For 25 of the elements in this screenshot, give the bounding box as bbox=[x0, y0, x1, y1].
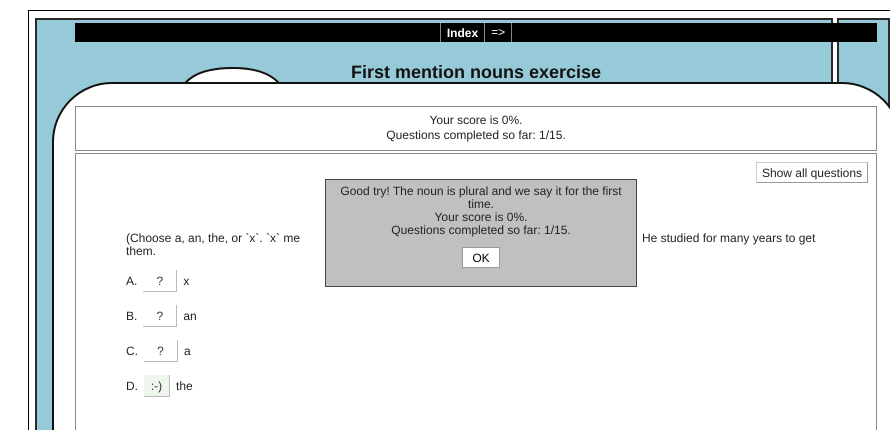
score-text: Your score is 0%. bbox=[428, 113, 524, 128]
feedback-message: Good try! The noun is plural and we say it for the first time. bbox=[339, 185, 623, 211]
dialog-score-text: Your score is 0%. bbox=[434, 211, 528, 224]
index-button[interactable]: Index bbox=[440, 23, 486, 42]
answer-button[interactable]: :-) bbox=[144, 375, 170, 397]
option-word: an bbox=[183, 309, 197, 323]
question-text: He studied for many years to get bbox=[642, 232, 816, 245]
answer-button[interactable]: ? bbox=[143, 270, 178, 292]
option-letter: D. bbox=[126, 379, 138, 393]
option-word: the bbox=[176, 379, 193, 393]
option-letter: C. bbox=[126, 344, 138, 358]
question-text: them. bbox=[126, 245, 156, 258]
option-word: x bbox=[183, 274, 190, 288]
next-link[interactable]: => bbox=[485, 23, 512, 42]
option-letter: B. bbox=[126, 309, 138, 323]
answer-button[interactable]: ? bbox=[143, 305, 178, 327]
question-text: (Choose a, an, the, or `x`. `x` me bbox=[126, 232, 302, 245]
page-title: First mention nouns exercise bbox=[350, 62, 602, 82]
show-all-button[interactable]: Show all questions bbox=[756, 162, 868, 183]
ok-button[interactable]: OK bbox=[462, 247, 500, 268]
progress-text: Questions completed so far: 1/15. bbox=[385, 128, 567, 143]
answer-button[interactable]: ? bbox=[144, 340, 178, 362]
option-word: a bbox=[184, 344, 191, 358]
option-letter: A. bbox=[126, 274, 138, 288]
dialog-progress-text: Questions completed so far: 1/15. bbox=[390, 224, 572, 237]
